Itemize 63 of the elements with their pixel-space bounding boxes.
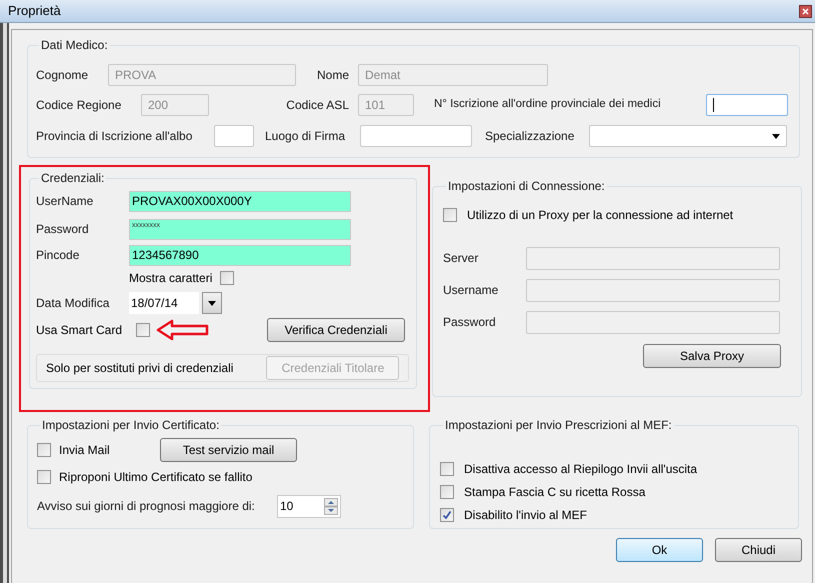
text-field[interactable] bbox=[526, 246, 780, 270]
dropdown-arrow-icon bbox=[772, 134, 780, 138]
checkbox[interactable] bbox=[136, 323, 150, 337]
spin-field[interactable]: 10 bbox=[277, 494, 341, 518]
field-label: Codice ASL bbox=[286, 97, 349, 114]
group-title: Impostazioni di Connessione: bbox=[447, 178, 606, 195]
text-field[interactable] bbox=[526, 310, 780, 334]
field-label: Nome bbox=[316, 67, 349, 84]
group-title: Credenziali: bbox=[40, 170, 106, 187]
spinner-arrows-icon bbox=[324, 498, 338, 514]
dropdown-button[interactable] bbox=[202, 292, 222, 314]
group-title: Impostazioni per Invio Certificato: bbox=[41, 417, 220, 434]
field-label: Codice Regione bbox=[36, 97, 122, 114]
dropdown-arrow-icon bbox=[208, 300, 216, 306]
field-label: Provincia di Iscrizione all'albo bbox=[36, 128, 194, 145]
field-label: Password bbox=[443, 314, 497, 331]
field-label: Server bbox=[443, 250, 480, 267]
push-button[interactable]: Verifica Credenziali bbox=[267, 318, 405, 342]
checkbox-label: Usa Smart Card bbox=[36, 322, 124, 339]
text-field[interactable] bbox=[360, 125, 472, 147]
checkmark-icon bbox=[442, 510, 452, 520]
field-label: Cognome bbox=[36, 67, 90, 84]
push-button[interactable]: Test servizio mail bbox=[160, 438, 297, 462]
field-label: Pincode bbox=[36, 247, 80, 264]
text-field[interactable]: PROVAX00X00X000Y bbox=[129, 190, 351, 212]
field-label: Data Modifica bbox=[36, 295, 110, 312]
checkbox-label: Stampa Fascia C su ricetta Rossa bbox=[464, 484, 646, 501]
push-button[interactable]: Ok bbox=[616, 538, 703, 562]
push-button[interactable]: Chiudi bbox=[715, 538, 802, 562]
checkbox[interactable] bbox=[220, 271, 234, 285]
checkbox[interactable] bbox=[440, 462, 454, 476]
text-field[interactable]: 1234567890 bbox=[129, 244, 351, 266]
text-field[interactable] bbox=[214, 125, 254, 147]
field-label: Password bbox=[36, 221, 90, 238]
checkbox[interactable] bbox=[440, 508, 454, 522]
group-title: Impostazioni per Invio Prescrizioni al MEF: bbox=[444, 417, 673, 434]
close-icon bbox=[802, 8, 809, 14]
text-field[interactable] bbox=[706, 94, 788, 116]
field-label: Avviso sui giorni di prognosi maggiore di: bbox=[37, 498, 256, 515]
checkbox-label: Mostra caratteri bbox=[129, 270, 212, 287]
checkbox-label: Disattiva accesso al Riepilogo Invii all'uscita bbox=[464, 461, 698, 478]
checkbox-label: Riproponi Ultimo Certificato se fallito bbox=[59, 469, 252, 486]
date-field[interactable]: 18/07/14 bbox=[129, 292, 199, 314]
field-label: N° Iscrizione all'ordine provinciale dei medici bbox=[434, 97, 662, 112]
panel-text: Solo per sostituti privi di credenziali bbox=[46, 360, 234, 377]
field-label: Luogo di Firma bbox=[265, 128, 346, 145]
arrow-icon bbox=[156, 319, 210, 341]
checkbox-label: Invia Mail bbox=[59, 442, 111, 459]
checkbox[interactable] bbox=[37, 470, 51, 484]
field-label: Username bbox=[443, 282, 500, 299]
group-title: Dati Medico: bbox=[40, 37, 109, 54]
text-field[interactable] bbox=[526, 278, 780, 302]
push-button[interactable]: Salva Proxy bbox=[643, 344, 781, 368]
field-label: Specializzazione bbox=[485, 128, 576, 145]
checkbox-label: Utilizzo di un Proxy per la connessione ad internet bbox=[467, 207, 734, 224]
close-button[interactable] bbox=[799, 4, 812, 18]
field-label: UserName bbox=[36, 193, 94, 210]
checkbox[interactable] bbox=[443, 208, 457, 222]
dropdown-field[interactable] bbox=[589, 125, 787, 147]
window-title: Proprietà bbox=[8, 2, 61, 20]
checkbox[interactable] bbox=[440, 485, 454, 499]
checkbox-label: Disabilito l'invio al MEF bbox=[464, 507, 587, 524]
checkbox[interactable] bbox=[37, 443, 51, 457]
